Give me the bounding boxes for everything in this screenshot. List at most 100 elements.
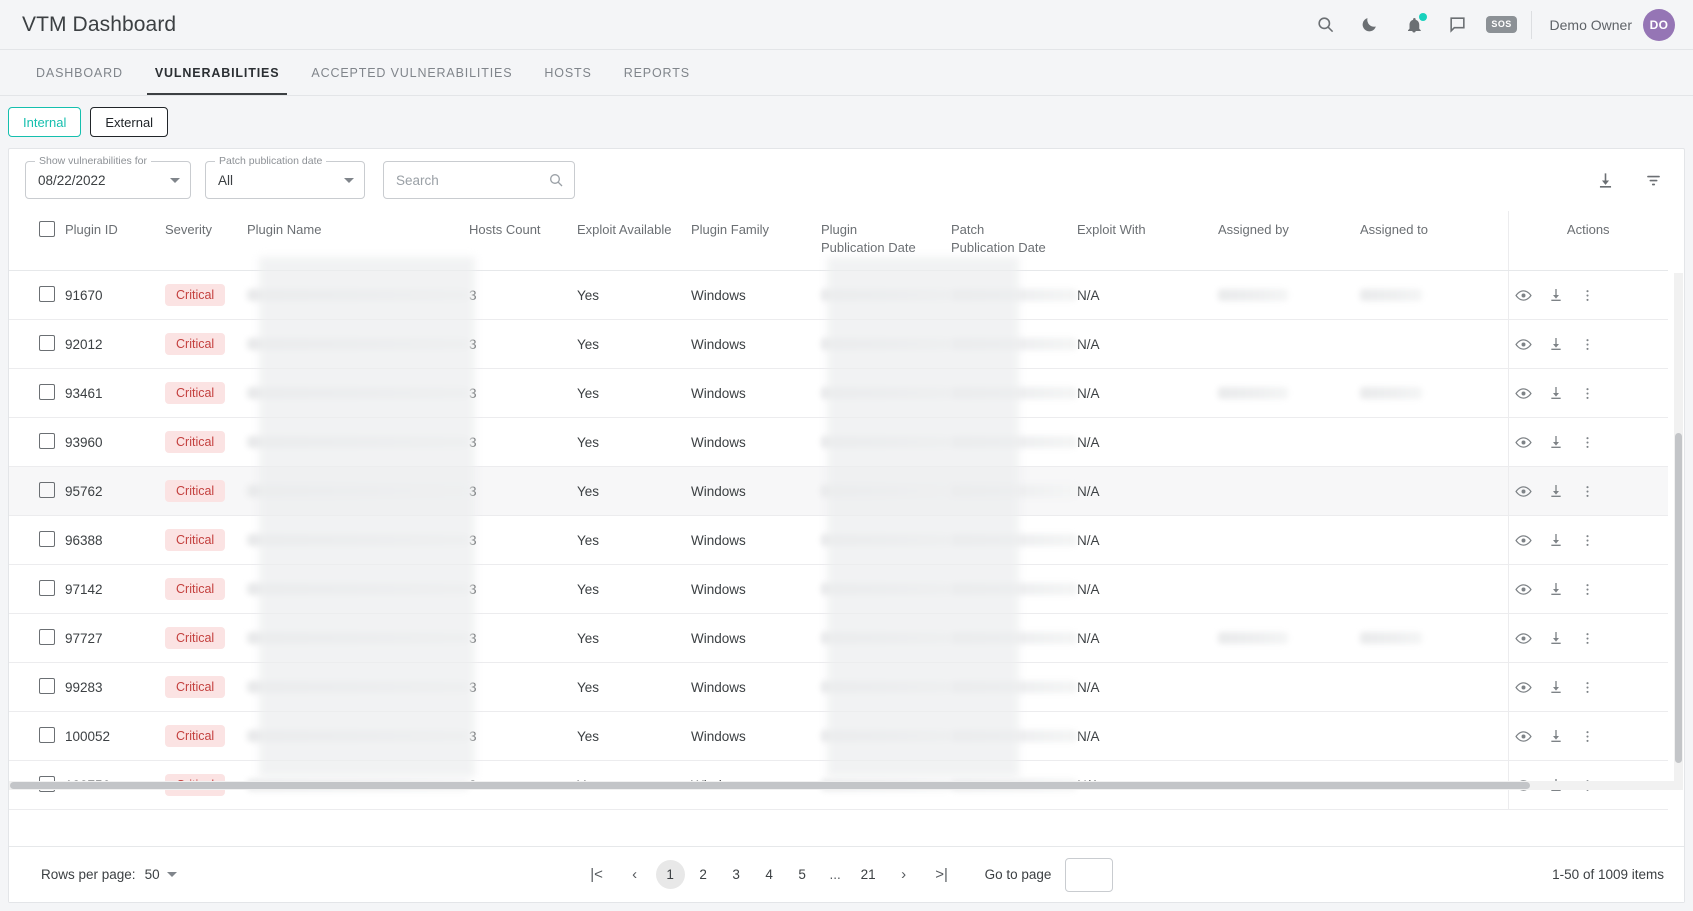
download-icon[interactable]: [1548, 728, 1564, 744]
column-header-severity[interactable]: Severity: [165, 211, 247, 272]
tab-hosts[interactable]: HOSTS: [528, 50, 607, 95]
column-filter-button[interactable]: [1640, 167, 1666, 193]
user-menu[interactable]: Demo Owner DO: [1550, 8, 1675, 41]
table-row[interactable]: 93461 Critical 3 Yes Windows N/A: [9, 368, 1668, 419]
more-options-icon[interactable]: [1580, 288, 1595, 303]
table-vertical-scrollbar[interactable]: [1674, 273, 1683, 790]
table-horizontal-scrollbar[interactable]: [9, 781, 1675, 790]
download-icon[interactable]: [1548, 581, 1564, 597]
go-to-page-input[interactable]: [1065, 857, 1114, 892]
more-options-icon[interactable]: [1580, 533, 1595, 548]
table-row[interactable]: 92012 Critical 3 Yes Windows N/A: [9, 319, 1668, 370]
view-icon[interactable]: [1514, 287, 1532, 304]
view-icon[interactable]: [1514, 728, 1532, 745]
chat-icon[interactable]: [1447, 14, 1469, 36]
cell-assigned-to: [1360, 368, 1508, 419]
horizontal-scroll-thumb[interactable]: [10, 782, 1530, 789]
previous-page-icon[interactable]: ‹: [618, 860, 652, 889]
search-icon[interactable]: [1315, 14, 1337, 36]
vertical-scroll-thumb[interactable]: [1675, 433, 1682, 763]
column-header-plugin-publication-date[interactable]: Plugin Publication Date: [821, 211, 951, 272]
search-input[interactable]: Search: [383, 161, 575, 199]
view-icon[interactable]: [1514, 630, 1532, 647]
row-checkbox[interactable]: [39, 677, 55, 694]
column-header-assigned-by[interactable]: Assigned by: [1218, 211, 1360, 272]
sos-icon[interactable]: SOS: [1486, 14, 1517, 36]
table-row[interactable]: 99283 Critical 3 Yes Windows N/A: [9, 662, 1668, 713]
download-icon[interactable]: [1548, 679, 1564, 695]
row-checkbox[interactable]: [39, 530, 55, 547]
more-options-icon[interactable]: [1580, 729, 1595, 744]
tab-vulnerabilities[interactable]: VULNERABILITIES: [139, 50, 296, 95]
page-button-5[interactable]: 5: [788, 860, 817, 889]
row-checkbox[interactable]: [39, 285, 55, 302]
table-row[interactable]: 93960 Critical 3 Yes Windows N/A: [9, 417, 1668, 468]
row-checkbox[interactable]: [39, 726, 55, 743]
row-checkbox[interactable]: [39, 628, 55, 645]
internal-button[interactable]: Internal: [8, 107, 82, 137]
cell-assigned-to: [1360, 662, 1508, 713]
table-row[interactable]: 91670 Critical 3 Yes Windows N/A: [9, 270, 1668, 321]
tab-dashboard[interactable]: DASHBOARD: [20, 50, 139, 95]
table-row[interactable]: 100052 Critical 3 Yes Windows N/A: [9, 711, 1668, 762]
view-icon[interactable]: [1514, 581, 1532, 598]
tab-accepted-vulnerabilities[interactable]: ACCEPTED VULNERABILITIES: [295, 50, 528, 95]
first-page-icon[interactable]: |<: [580, 860, 614, 889]
column-header-exploit-with[interactable]: Exploit With: [1077, 211, 1218, 272]
more-options-icon[interactable]: [1580, 484, 1595, 499]
row-checkbox[interactable]: [39, 579, 55, 596]
page-button-4[interactable]: 4: [755, 860, 784, 889]
more-options-icon[interactable]: [1580, 337, 1595, 352]
tab-reports[interactable]: REPORTS: [608, 50, 706, 95]
column-header-plugin-name[interactable]: Plugin Name: [247, 211, 469, 272]
table-row[interactable]: 95762 Critical 3 Yes Windows N/A: [9, 466, 1668, 517]
export-download-button[interactable]: [1592, 167, 1618, 193]
external-button[interactable]: External: [90, 107, 169, 137]
row-checkbox[interactable]: [39, 481, 55, 498]
column-header-exploit-available[interactable]: Exploit Available: [577, 211, 691, 272]
next-page-icon[interactable]: ›: [887, 860, 921, 889]
download-icon[interactable]: [1548, 336, 1564, 352]
view-icon[interactable]: [1514, 532, 1532, 549]
more-options-icon[interactable]: [1580, 582, 1595, 597]
column-header-plugin-id[interactable]: Plugin ID: [65, 211, 165, 272]
view-icon[interactable]: [1514, 679, 1532, 696]
more-options-icon[interactable]: [1580, 680, 1595, 695]
notifications-icon[interactable]: [1403, 12, 1427, 36]
table-row[interactable]: 96388 Critical 3 Yes Windows N/A: [9, 515, 1668, 566]
view-icon[interactable]: [1514, 336, 1532, 353]
download-icon[interactable]: [1548, 385, 1564, 401]
view-icon[interactable]: [1514, 483, 1532, 500]
column-header-hosts-count[interactable]: Hosts Count: [469, 211, 577, 272]
column-header-assigned-to[interactable]: Assigned to: [1360, 211, 1508, 272]
last-page-icon[interactable]: >|: [925, 860, 959, 889]
download-icon[interactable]: [1548, 630, 1564, 646]
more-options-icon[interactable]: [1580, 435, 1595, 450]
page-button-1[interactable]: 1: [655, 860, 685, 889]
view-icon[interactable]: [1514, 434, 1532, 451]
download-icon[interactable]: [1548, 287, 1564, 303]
page-button-21[interactable]: 21: [854, 860, 883, 889]
download-icon[interactable]: [1548, 434, 1564, 450]
column-header-patch-publication-date[interactable]: Patch Publication Date: [951, 211, 1077, 272]
download-icon[interactable]: [1548, 532, 1564, 548]
table-row[interactable]: 97727 Critical 3 Yes Windows N/A: [9, 613, 1668, 664]
show-vulnerabilities-for-select[interactable]: Show vulnerabilities for 08/22/2022: [25, 155, 191, 199]
row-checkbox[interactable]: [39, 334, 55, 351]
column-header-plugin-family[interactable]: Plugin Family: [691, 211, 821, 272]
download-icon[interactable]: [1548, 483, 1564, 499]
rows-per-page-select[interactable]: 50: [145, 867, 177, 882]
vulnerabilities-table-scroll[interactable]: Plugin ID Severity Plugin Name Hosts Cou…: [9, 211, 1684, 846]
more-options-icon[interactable]: [1580, 631, 1595, 646]
page-button-3[interactable]: 3: [722, 860, 751, 889]
dark-mode-icon[interactable]: [1359, 14, 1381, 36]
row-checkbox[interactable]: [39, 383, 55, 400]
page-button-2[interactable]: 2: [689, 860, 718, 889]
select-all-header: [9, 211, 65, 272]
patch-publication-date-select[interactable]: Patch publication date All: [205, 155, 365, 199]
table-row[interactable]: 97142 Critical 3 Yes Windows N/A: [9, 564, 1668, 615]
more-options-icon[interactable]: [1580, 386, 1595, 401]
row-checkbox[interactable]: [39, 432, 55, 449]
select-all-checkbox[interactable]: [39, 221, 55, 237]
view-icon[interactable]: [1514, 385, 1532, 402]
